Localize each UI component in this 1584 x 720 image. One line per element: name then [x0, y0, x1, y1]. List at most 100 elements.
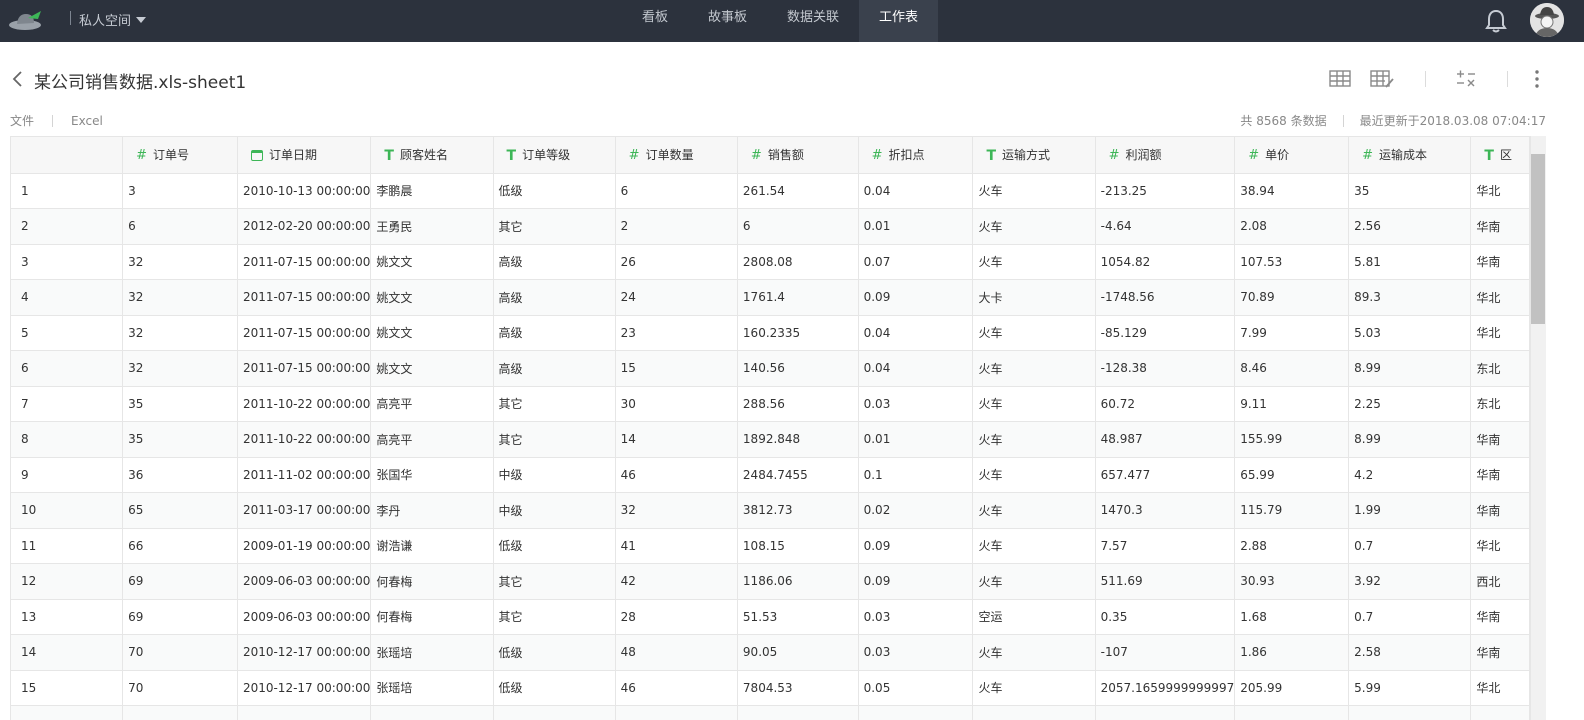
table-cell[interactable]: 其它: [493, 599, 616, 635]
table-cell[interactable]: [1095, 705, 1236, 720]
table-cell[interactable]: 其它: [493, 386, 616, 422]
column-header[interactable]: T 顾客姓名: [370, 137, 494, 174]
table-row[interactable]: 8 35 2011-10-22 00:00:00 高亮平 其它 14 1892.848 0.0…: [11, 421, 1530, 458]
table-cell[interactable]: 32: [615, 492, 738, 529]
table-cell[interactable]: 4.2: [1348, 457, 1472, 493]
table-cell[interactable]: 0.05: [858, 670, 974, 706]
table-cell[interactable]: 261.54: [737, 173, 859, 209]
table-cell[interactable]: 35: [122, 386, 238, 422]
table-cell[interactable]: 69: [122, 599, 238, 635]
table-row[interactable]: 3 32 2011-07-15 00:00:00 姚文文 高级 26 2808.08 0.07…: [11, 244, 1530, 280]
table-cell[interactable]: 8.99: [1348, 421, 1472, 458]
table-cell[interactable]: 0.03: [858, 634, 974, 671]
table-row[interactable]: 6 32 2011-07-15 00:00:00 姚文文 高级 15 140.56 0.04 火…: [11, 350, 1530, 387]
table-cell[interactable]: 低级: [493, 528, 616, 564]
table-cell[interactable]: 高级: [493, 350, 616, 387]
column-header[interactable]: T 运输方式: [972, 137, 1096, 174]
table-cell[interactable]: 2009-01-19 00:00:00: [237, 528, 372, 564]
row-number[interactable]: 7: [11, 386, 124, 422]
table-row[interactable]: [11, 705, 1530, 720]
table-cell[interactable]: 51.53: [737, 599, 859, 635]
table-cell[interactable]: 89.3: [1348, 279, 1472, 316]
table-cell[interactable]: 2.88: [1234, 528, 1350, 564]
table-cell[interactable]: [737, 705, 859, 720]
table-cell[interactable]: 火车: [972, 670, 1096, 706]
table-cell[interactable]: [615, 705, 738, 720]
table-cell[interactable]: 2.56: [1348, 208, 1472, 245]
table-cell[interactable]: [237, 705, 372, 720]
table-cell[interactable]: 低级: [493, 173, 616, 209]
table-cell[interactable]: 60.72: [1095, 386, 1236, 422]
table-cell[interactable]: 0.09: [858, 528, 974, 564]
table-cell[interactable]: 3: [122, 173, 238, 209]
table-cell[interactable]: 中级: [493, 457, 616, 493]
table-cell[interactable]: 0.35: [1095, 599, 1236, 635]
table-cell[interactable]: 空运: [972, 599, 1096, 635]
table-cell[interactable]: [122, 705, 238, 720]
table-cell[interactable]: 0.7: [1348, 599, 1472, 635]
table-row[interactable]: 14 70 2010-12-17 00:00:00 张瑶培 低级 48 90.05 0.03 火…: [11, 634, 1530, 671]
row-number[interactable]: 3: [11, 244, 124, 280]
bell-icon[interactable]: [1484, 8, 1508, 34]
row-number[interactable]: 15: [11, 670, 124, 706]
table-cell[interactable]: 2011-10-22 00:00:00: [237, 421, 372, 458]
table-cell[interactable]: 王勇民: [370, 208, 494, 245]
table-cell[interactable]: 14: [615, 421, 738, 458]
row-number[interactable]: 10: [11, 492, 124, 529]
table-cell[interactable]: 2011-03-17 00:00:00: [237, 492, 372, 529]
table-cell[interactable]: [972, 705, 1096, 720]
table-cell[interactable]: 李鹏晨: [370, 173, 494, 209]
table-cell[interactable]: 2009-06-03 00:00:00: [237, 563, 372, 600]
table-cell[interactable]: 115.79: [1234, 492, 1350, 529]
table-cell[interactable]: 0.1: [858, 457, 974, 493]
table-cell[interactable]: 42: [615, 563, 738, 600]
table-cell[interactable]: 2011-07-15 00:00:00: [237, 315, 372, 351]
table-cell[interactable]: 70.89: [1234, 279, 1350, 316]
table-cell[interactable]: 65: [122, 492, 238, 529]
table-cell[interactable]: 西北: [1470, 563, 1530, 600]
row-number[interactable]: 13: [11, 599, 124, 635]
table-cell[interactable]: 火车: [972, 492, 1096, 529]
row-number[interactable]: 2: [11, 208, 124, 245]
table-view-icon[interactable]: [1328, 68, 1354, 90]
table-cell[interactable]: 2.58: [1348, 634, 1472, 671]
table-cell[interactable]: 李丹: [370, 492, 494, 529]
table-cell[interactable]: 2011-07-15 00:00:00: [237, 244, 372, 280]
table-cell[interactable]: 姚文文: [370, 350, 494, 387]
nav-storyboard[interactable]: 故事板: [688, 0, 767, 42]
table-cell[interactable]: 1186.06: [737, 563, 859, 600]
table-cell[interactable]: 48: [615, 634, 738, 671]
nav-dashboard[interactable]: 看板: [622, 0, 688, 42]
table-cell[interactable]: 低级: [493, 634, 616, 671]
table-cell[interactable]: 华南: [1470, 421, 1530, 458]
table-cell[interactable]: 0.02: [858, 492, 974, 529]
table-cell[interactable]: 28: [615, 599, 738, 635]
table-cell[interactable]: 高级: [493, 315, 616, 351]
table-cell[interactable]: 火车: [972, 528, 1096, 564]
table-cell[interactable]: 46: [615, 457, 738, 493]
table-cell[interactable]: 火车: [972, 563, 1096, 600]
table-cell[interactable]: -1748.56: [1095, 279, 1236, 316]
table-cell[interactable]: 90.05: [737, 634, 859, 671]
table-cell[interactable]: 华北: [1470, 173, 1530, 209]
table-cell[interactable]: 火车: [972, 634, 1096, 671]
table-cell[interactable]: 7.57: [1095, 528, 1236, 564]
table-cell[interactable]: 6: [737, 208, 859, 245]
table-cell[interactable]: 2.25: [1348, 386, 1472, 422]
table-cell[interactable]: 高级: [493, 244, 616, 280]
table-cell[interactable]: 0.04: [858, 350, 974, 387]
table-row[interactable]: 4 32 2011-07-15 00:00:00 姚文文 高级 24 1761.4 0.09 大…: [11, 279, 1530, 316]
table-cell[interactable]: 火车: [972, 457, 1096, 493]
table-cell[interactable]: 姚文文: [370, 315, 494, 351]
table-cell[interactable]: 其它: [493, 563, 616, 600]
table-cell[interactable]: 288.56: [737, 386, 859, 422]
table-cell[interactable]: 2009-06-03 00:00:00: [237, 599, 372, 635]
table-cell[interactable]: 火车: [972, 244, 1096, 280]
table-cell[interactable]: 1.68: [1234, 599, 1350, 635]
table-cell[interactable]: 华南: [1470, 599, 1530, 635]
table-cell[interactable]: 511.69: [1095, 563, 1236, 600]
table-cell[interactable]: 7.99: [1234, 315, 1350, 351]
table-cell[interactable]: 7804.53: [737, 670, 859, 706]
column-header[interactable]: T 订单等级: [493, 137, 616, 174]
more-vertical-icon[interactable]: [1526, 68, 1548, 90]
